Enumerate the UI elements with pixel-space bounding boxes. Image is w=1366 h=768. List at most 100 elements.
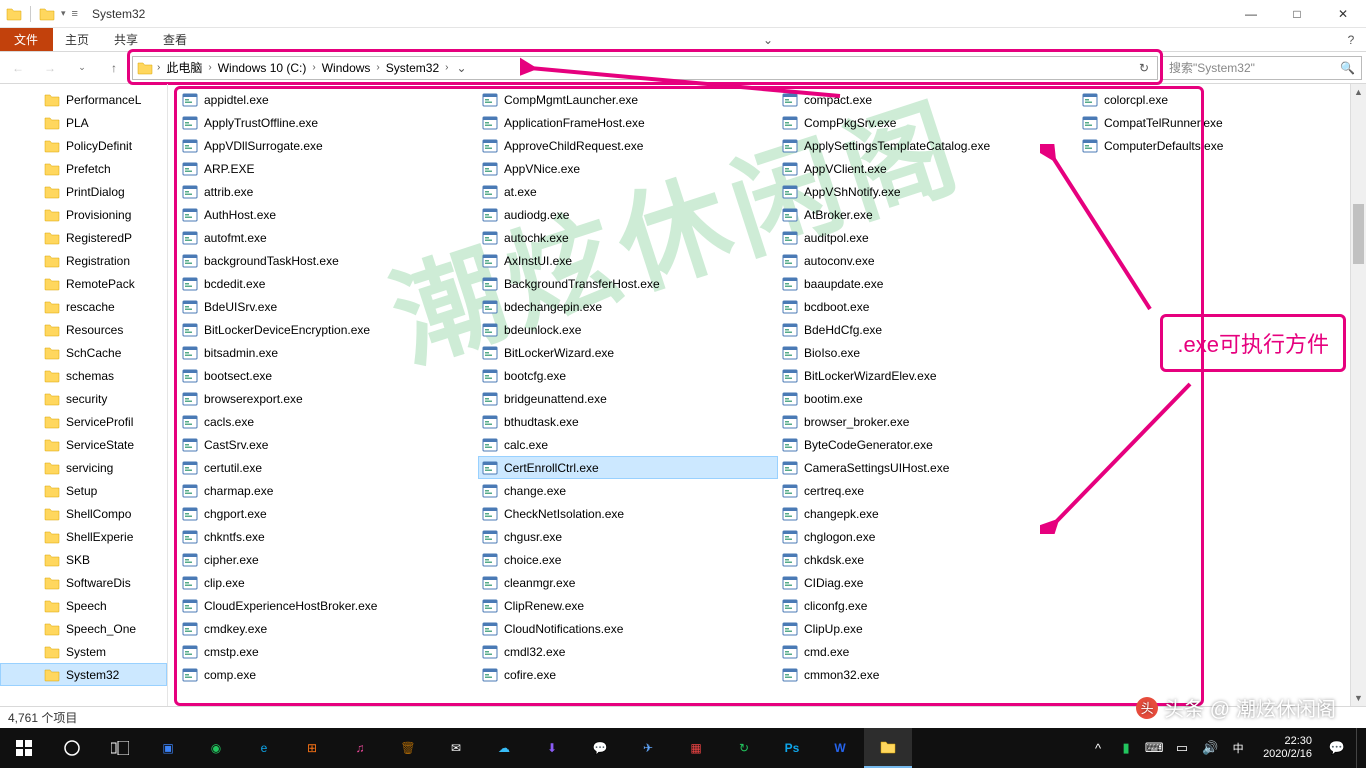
taskbar-app[interactable]: W [816, 728, 864, 768]
file-item[interactable]: choice.exe [478, 548, 778, 571]
file-item[interactable]: chgusr.exe [478, 525, 778, 548]
file-item[interactable]: AppVDllSurrogate.exe [178, 134, 478, 157]
tree-item[interactable]: SoftwareDis [0, 571, 167, 594]
file-item[interactable]: ApplyTrustOffline.exe [178, 111, 478, 134]
file-item[interactable]: AppVShNotify.exe [778, 180, 1078, 203]
scroll-down-icon[interactable]: ▼ [1351, 690, 1366, 706]
chevron-right-icon[interactable]: › [441, 62, 452, 73]
taskbar[interactable]: ▣ ◉ e ⊞ ♫ 🗑 ✉ ☁ ⬇ 💬 ✈ ▦ ↻ Ps W ^ ▮ ⌨ ▭ 🔊… [0, 728, 1366, 768]
tree-item[interactable]: security [0, 387, 167, 410]
file-item[interactable]: cmd.exe [778, 640, 1078, 663]
breadcrumb[interactable]: System32 [384, 61, 441, 75]
chevron-right-icon[interactable]: › [372, 62, 383, 73]
tray-network-icon[interactable]: ▭ [1173, 739, 1191, 757]
tray-app-icon[interactable]: ▮ [1117, 739, 1135, 757]
taskbar-app[interactable]: ↻ [720, 728, 768, 768]
tree-item[interactable]: Speech [0, 594, 167, 617]
tray-ime-icon[interactable]: ⌨ [1145, 739, 1163, 757]
tree-item[interactable]: ServiceProfil [0, 410, 167, 433]
taskbar-app[interactable]: ✉ [432, 728, 480, 768]
file-item[interactable]: calc.exe [478, 433, 778, 456]
file-item[interactable]: comp.exe [178, 663, 478, 686]
taskbar-app[interactable]: ⬇ [528, 728, 576, 768]
tray-lang-icon[interactable]: 中 [1229, 739, 1247, 757]
taskbar-app[interactable]: ♫ [336, 728, 384, 768]
qat-icon[interactable] [39, 6, 55, 22]
ribbon-help-icon[interactable]: ? [1336, 28, 1366, 51]
tree-item[interactable]: System32 [0, 663, 167, 686]
file-item[interactable]: cipher.exe [178, 548, 478, 571]
chevron-right-icon[interactable]: › [308, 62, 319, 73]
tree-item[interactable]: Registration [0, 249, 167, 272]
file-item[interactable]: CompPkgSrv.exe [778, 111, 1078, 134]
file-item[interactable]: chglogon.exe [778, 525, 1078, 548]
file-item[interactable]: ClipUp.exe [778, 617, 1078, 640]
tree-item[interactable]: System [0, 640, 167, 663]
file-item[interactable]: AppVClient.exe [778, 157, 1078, 180]
file-item[interactable]: AtBroker.exe [778, 203, 1078, 226]
tree-item[interactable]: SchCache [0, 341, 167, 364]
tree-item[interactable]: PerformanceL [0, 88, 167, 111]
file-item[interactable]: cmmon32.exe [778, 663, 1078, 686]
tree-item[interactable]: PrintDialog [0, 180, 167, 203]
file-item[interactable]: cofire.exe [478, 663, 778, 686]
scroll-up-icon[interactable]: ▲ [1351, 84, 1366, 100]
file-item[interactable]: auditpol.exe [778, 226, 1078, 249]
tree-item[interactable]: ServiceState [0, 433, 167, 456]
chevron-right-icon[interactable]: › [204, 62, 215, 73]
tree-item[interactable]: rescache [0, 295, 167, 318]
file-item[interactable]: cliconfg.exe [778, 594, 1078, 617]
file-item[interactable]: autoconv.exe [778, 249, 1078, 272]
file-item[interactable]: appidtel.exe [178, 88, 478, 111]
tree-item[interactable]: servicing [0, 456, 167, 479]
chevron-right-icon[interactable]: › [153, 62, 164, 73]
file-item[interactable]: AxInstUI.exe [478, 249, 778, 272]
taskbar-app[interactable]: ✈ [624, 728, 672, 768]
tree-item[interactable]: Setup [0, 479, 167, 502]
taskbar-app[interactable]: ▦ [672, 728, 720, 768]
breadcrumb[interactable]: Windows 10 (C:) [216, 61, 309, 75]
tree-item[interactable]: SKB [0, 548, 167, 571]
taskbar-app[interactable]: ⊞ [288, 728, 336, 768]
minimize-button[interactable]: — [1228, 0, 1274, 28]
taskbar-app[interactable]: ▣ [144, 728, 192, 768]
file-item[interactable]: bitsadmin.exe [178, 341, 478, 364]
address-dropdown-icon[interactable]: ⌄ [452, 61, 470, 75]
forward-button[interactable]: → [36, 55, 64, 81]
navigation-tree[interactable]: PerformanceLPLAPolicyDefinitPrefetchPrin… [0, 84, 168, 706]
file-item[interactable]: ClipRenew.exe [478, 594, 778, 617]
file-item[interactable]: ARP.EXE [178, 157, 478, 180]
file-item[interactable]: browserexport.exe [178, 387, 478, 410]
file-item[interactable]: ApplySettingsTemplateCatalog.exe [778, 134, 1078, 157]
file-item[interactable]: cmstp.exe [178, 640, 478, 663]
file-item[interactable]: BdeHdCfg.exe [778, 318, 1078, 341]
ribbon-expand-icon[interactable]: ⌄ [753, 28, 783, 51]
file-item[interactable]: chgport.exe [178, 502, 478, 525]
file-item[interactable]: CameraSettingsUIHost.exe [778, 456, 1078, 479]
taskbar-app[interactable]: 💬 [576, 728, 624, 768]
scroll-thumb[interactable] [1353, 204, 1364, 264]
taskbar-explorer[interactable] [864, 728, 912, 768]
search-input[interactable]: 搜索"System32" 🔍 [1162, 56, 1362, 80]
file-item[interactable]: clip.exe [178, 571, 478, 594]
file-item[interactable]: AppVNice.exe [478, 157, 778, 180]
file-item[interactable]: ApplicationFrameHost.exe [478, 111, 778, 134]
cortana-button[interactable] [48, 728, 96, 768]
tree-item[interactable]: RemotePack [0, 272, 167, 295]
breadcrumb[interactable]: 此电脑 [164, 59, 204, 76]
tab-home[interactable]: 主页 [53, 28, 102, 51]
file-item[interactable]: bcdboot.exe [778, 295, 1078, 318]
close-button[interactable]: ✕ [1320, 0, 1366, 28]
tray-up-icon[interactable]: ^ [1089, 739, 1107, 757]
action-center-icon[interactable]: 💬 [1328, 739, 1346, 757]
file-item[interactable]: cmdl32.exe [478, 640, 778, 663]
file-item[interactable]: colorcpl.exe [1078, 88, 1366, 111]
back-button[interactable]: ← [4, 55, 32, 81]
file-item[interactable]: bdechangepin.exe [478, 295, 778, 318]
file-item[interactable]: CertEnrollCtrl.exe [478, 456, 778, 479]
file-item[interactable]: backgroundTaskHost.exe [178, 249, 478, 272]
taskbar-app[interactable]: 🗑 [384, 728, 432, 768]
tree-item[interactable]: Speech_One [0, 617, 167, 640]
qat-overflow[interactable]: ≡ [72, 8, 78, 20]
file-item[interactable]: CastSrv.exe [178, 433, 478, 456]
